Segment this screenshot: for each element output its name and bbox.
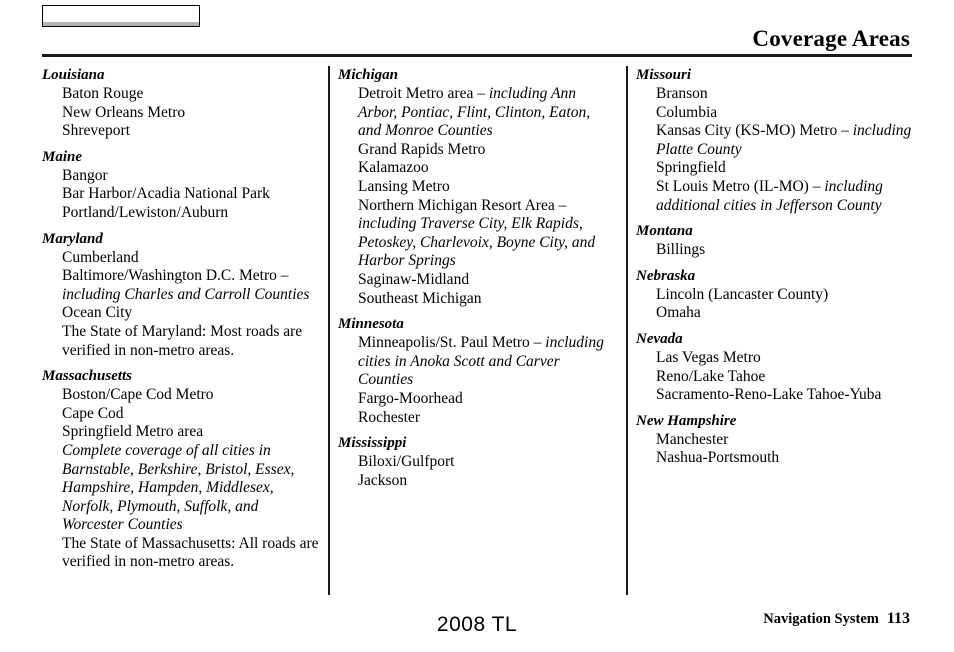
header-divider-rule	[42, 54, 912, 57]
state-item-list: Lincoln (Lancaster County) Omaha	[636, 286, 926, 323]
coverage-item: The State of Maryland: Most roads are ve…	[62, 322, 303, 359]
state-block: Mississippi Biloxi/Gulfport Jackson	[338, 434, 616, 490]
state-name: Michigan	[338, 67, 399, 83]
state-block: Nebraska Lincoln (Lancaster County) Omaha	[636, 267, 926, 323]
coverage-item: Detroit Metro area – including Ann Arbor…	[358, 85, 616, 141]
coverage-item: Shreveport	[62, 122, 131, 140]
state-item-list: Las Vegas Metro Reno/Lake Tahoe Sacramento…	[636, 349, 926, 405]
state-block: Missouri Branson Columbia Kansas City (KS-M…	[636, 66, 926, 215]
coverage-column-1: Louisiana Baton Rouge New Orleans Metro Shr…	[42, 66, 320, 579]
coverage-item-main: St Louis Metro (IL-MO) –	[656, 177, 825, 195]
header-tab-shadow	[43, 22, 199, 26]
coverage-item-main: Baltimore/Washington D.C. Metro –	[62, 267, 289, 285]
coverage-item-note: including Charles and Carroll Counties	[62, 285, 310, 303]
coverage-item: Baltimore/Washington D.C. Metro – includ…	[62, 267, 320, 304]
state-block: Michigan Detroit Metro area – including A…	[338, 66, 616, 308]
coverage-item: Columbia	[656, 103, 718, 121]
coverage-item: Manchester	[656, 430, 729, 448]
state-block: Massachusetts Boston/Cape Cod Metro Cape C…	[42, 367, 320, 572]
coverage-item: Cape Cod	[62, 404, 124, 422]
coverage-columns: Louisiana Baton Rouge New Orleans Metro Shr…	[0, 66, 954, 596]
state-item-list: Biloxi/Gulfport Jackson	[338, 453, 616, 490]
state-item-list: Minneapolis/St. Paul Metro – including c…	[338, 334, 616, 427]
state-block: Maryland Cumberland Baltimore/Washington D…	[42, 230, 320, 361]
state-name: Louisiana	[42, 67, 105, 83]
state-item-list: Bangor Bar Harbor/Acadia National Park Por…	[42, 167, 320, 223]
coverage-column-2: Michigan Detroit Metro area – including A…	[338, 66, 616, 497]
state-block: Minnesota Minneapolis/St. Paul Metro – in…	[338, 315, 616, 427]
coverage-item: Bangor	[62, 166, 108, 184]
coverage-item: Billings	[656, 241, 706, 259]
coverage-item: Lansing Metro	[358, 177, 450, 195]
state-item-list: Detroit Metro area – including Ann Arbor…	[338, 85, 616, 308]
state-item-list: Manchester Nashua-Portsmouth	[636, 431, 926, 468]
coverage-item-main: Northern Michigan Resort Area –	[358, 196, 567, 214]
coverage-item: Rochester	[358, 408, 420, 426]
state-name: Massachusetts	[42, 368, 133, 385]
coverage-item: Reno/Lake Tahoe	[656, 367, 766, 385]
coverage-item: Grand Rapids Metro	[358, 140, 486, 158]
state-item-list: Baton Rouge New Orleans Metro Shreveport	[42, 85, 320, 141]
coverage-item: Fargo-Moorhead	[358, 389, 463, 407]
state-name: Maryland	[42, 230, 103, 247]
coverage-item: Las Vegas Metro	[656, 348, 761, 366]
coverage-item: Baton Rouge	[62, 85, 144, 102]
state-block: New Hampshire Manchester Nashua-Portsmouth	[636, 412, 926, 468]
state-name: Nevada	[636, 330, 683, 347]
state-name: Maine	[42, 148, 83, 165]
coverage-item: Biloxi/Gulfport	[358, 453, 455, 471]
coverage-item: Kalamazoo	[358, 159, 429, 177]
coverage-item-note: including Traverse City, Elk Rapids, Pet…	[358, 215, 596, 270]
state-name: Montana	[636, 223, 693, 240]
coverage-item-main: Kansas City (KS-MO) Metro –	[656, 122, 853, 140]
coverage-item: Springfield	[656, 159, 726, 177]
state-name: New Hampshire	[636, 412, 737, 429]
coverage-item: The State of Massachusetts: All roads ar…	[62, 534, 319, 571]
header-tab-box	[42, 5, 200, 27]
state-name: Mississippi	[338, 435, 407, 452]
coverage-item: Nashua-Portsmouth	[656, 449, 780, 467]
coverage-item: Ocean City	[62, 304, 133, 322]
coverage-item: Portland/Lewiston/Auburn	[62, 203, 229, 221]
state-name: Nebraska	[636, 267, 696, 284]
coverage-item: Bar Harbor/Acadia National Park	[62, 185, 270, 203]
coverage-item: Jackson	[358, 471, 408, 489]
state-block: Nevada Las Vegas Metro Reno/Lake Tahoe Sacr…	[636, 330, 926, 405]
state-block: Maine Bangor Bar Harbor/Acadia National Pa…	[42, 148, 320, 223]
column-divider-2	[626, 66, 628, 595]
state-name: Missouri	[636, 67, 692, 83]
coverage-item: St Louis Metro (IL-MO) – including addit…	[656, 178, 926, 215]
state-name: Minnesota	[338, 316, 404, 333]
footer-manual-name: Navigation System	[763, 611, 879, 627]
coverage-item-main: Detroit Metro area –	[358, 85, 489, 102]
coverage-item: Saginaw-Midland	[358, 270, 470, 288]
coverage-item: Kansas City (KS-MO) Metro – including Pl…	[656, 122, 926, 159]
state-item-list: Cumberland Baltimore/Washington D.C. Metr…	[42, 249, 320, 361]
state-item-list: Boston/Cape Cod Metro Cape Cod Springfield…	[42, 386, 320, 572]
footer-page-info: Navigation System 113	[763, 610, 910, 628]
state-block: Montana Billings	[636, 222, 926, 260]
coverage-item: Springfield Metro area	[62, 423, 204, 441]
footer-page-number: 113	[886, 610, 910, 627]
state-item-list: Billings	[636, 241, 926, 260]
coverage-item: Lincoln (Lancaster County)	[656, 285, 829, 303]
coverage-item: Omaha	[656, 304, 701, 322]
coverage-item-main: Minneapolis/St. Paul Metro –	[358, 334, 546, 352]
state-item-list: Branson Columbia Kansas City (KS-MO) Metro…	[636, 85, 926, 215]
page-title: Coverage Areas	[752, 26, 910, 51]
coverage-item: Sacramento-Reno-Lake Tahoe-Yuba	[656, 386, 882, 404]
coverage-item: Complete coverage of all cities in Barns…	[62, 441, 295, 534]
column-divider-1	[328, 66, 330, 595]
coverage-item: Cumberland	[62, 248, 139, 266]
coverage-item: Branson	[656, 85, 708, 102]
state-block: Louisiana Baton Rouge New Orleans Metro Shr…	[42, 66, 320, 141]
coverage-item: Southeast Michigan	[358, 289, 482, 307]
coverage-item: Northern Michigan Resort Area – includin…	[358, 197, 616, 271]
coverage-column-3: Missouri Branson Columbia Kansas City (KS-M…	[636, 66, 926, 475]
coverage-item: New Orleans Metro	[62, 103, 186, 121]
coverage-item: Minneapolis/St. Paul Metro – including c…	[358, 334, 616, 390]
coverage-item: Boston/Cape Cod Metro	[62, 386, 214, 404]
